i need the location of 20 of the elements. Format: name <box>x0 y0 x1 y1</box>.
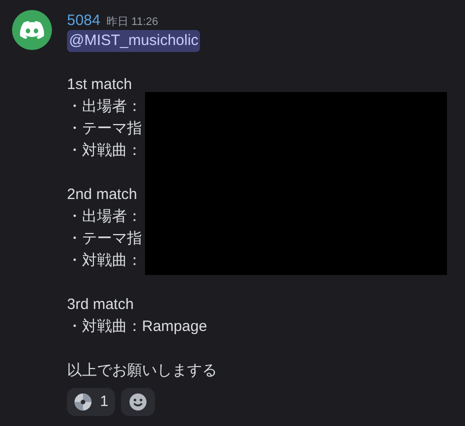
timestamp: 昨日 11:26 <box>106 15 158 30</box>
message-line: ・出場者： <box>67 97 143 117</box>
add-reaction-button[interactable] <box>121 388 156 416</box>
message-line: 2nd match <box>67 185 138 205</box>
message-line: ・テーマ指 <box>67 229 143 249</box>
author-name[interactable]: 5084 <box>67 10 100 32</box>
message-line: ・出場者： <box>67 207 143 227</box>
message-line: 3rd match <box>67 295 135 315</box>
reaction-button[interactable]: 1 <box>67 388 116 416</box>
message-line: ・対戦曲：Rampage <box>67 317 208 337</box>
chat-logo-icon <box>20 21 44 39</box>
smiley-icon <box>129 393 148 411</box>
message-line: ・対戦曲： <box>67 141 143 161</box>
message-line: 以上でお願いしまする <box>67 361 217 381</box>
user-mention[interactable]: @MIST_musicholic <box>67 30 200 52</box>
message-line: ・テーマ指 <box>67 119 143 139</box>
disc-icon <box>74 393 92 411</box>
message-line: 1st match <box>67 75 134 95</box>
message-line: ・対戦曲： <box>67 251 143 271</box>
avatar[interactable] <box>12 10 52 50</box>
